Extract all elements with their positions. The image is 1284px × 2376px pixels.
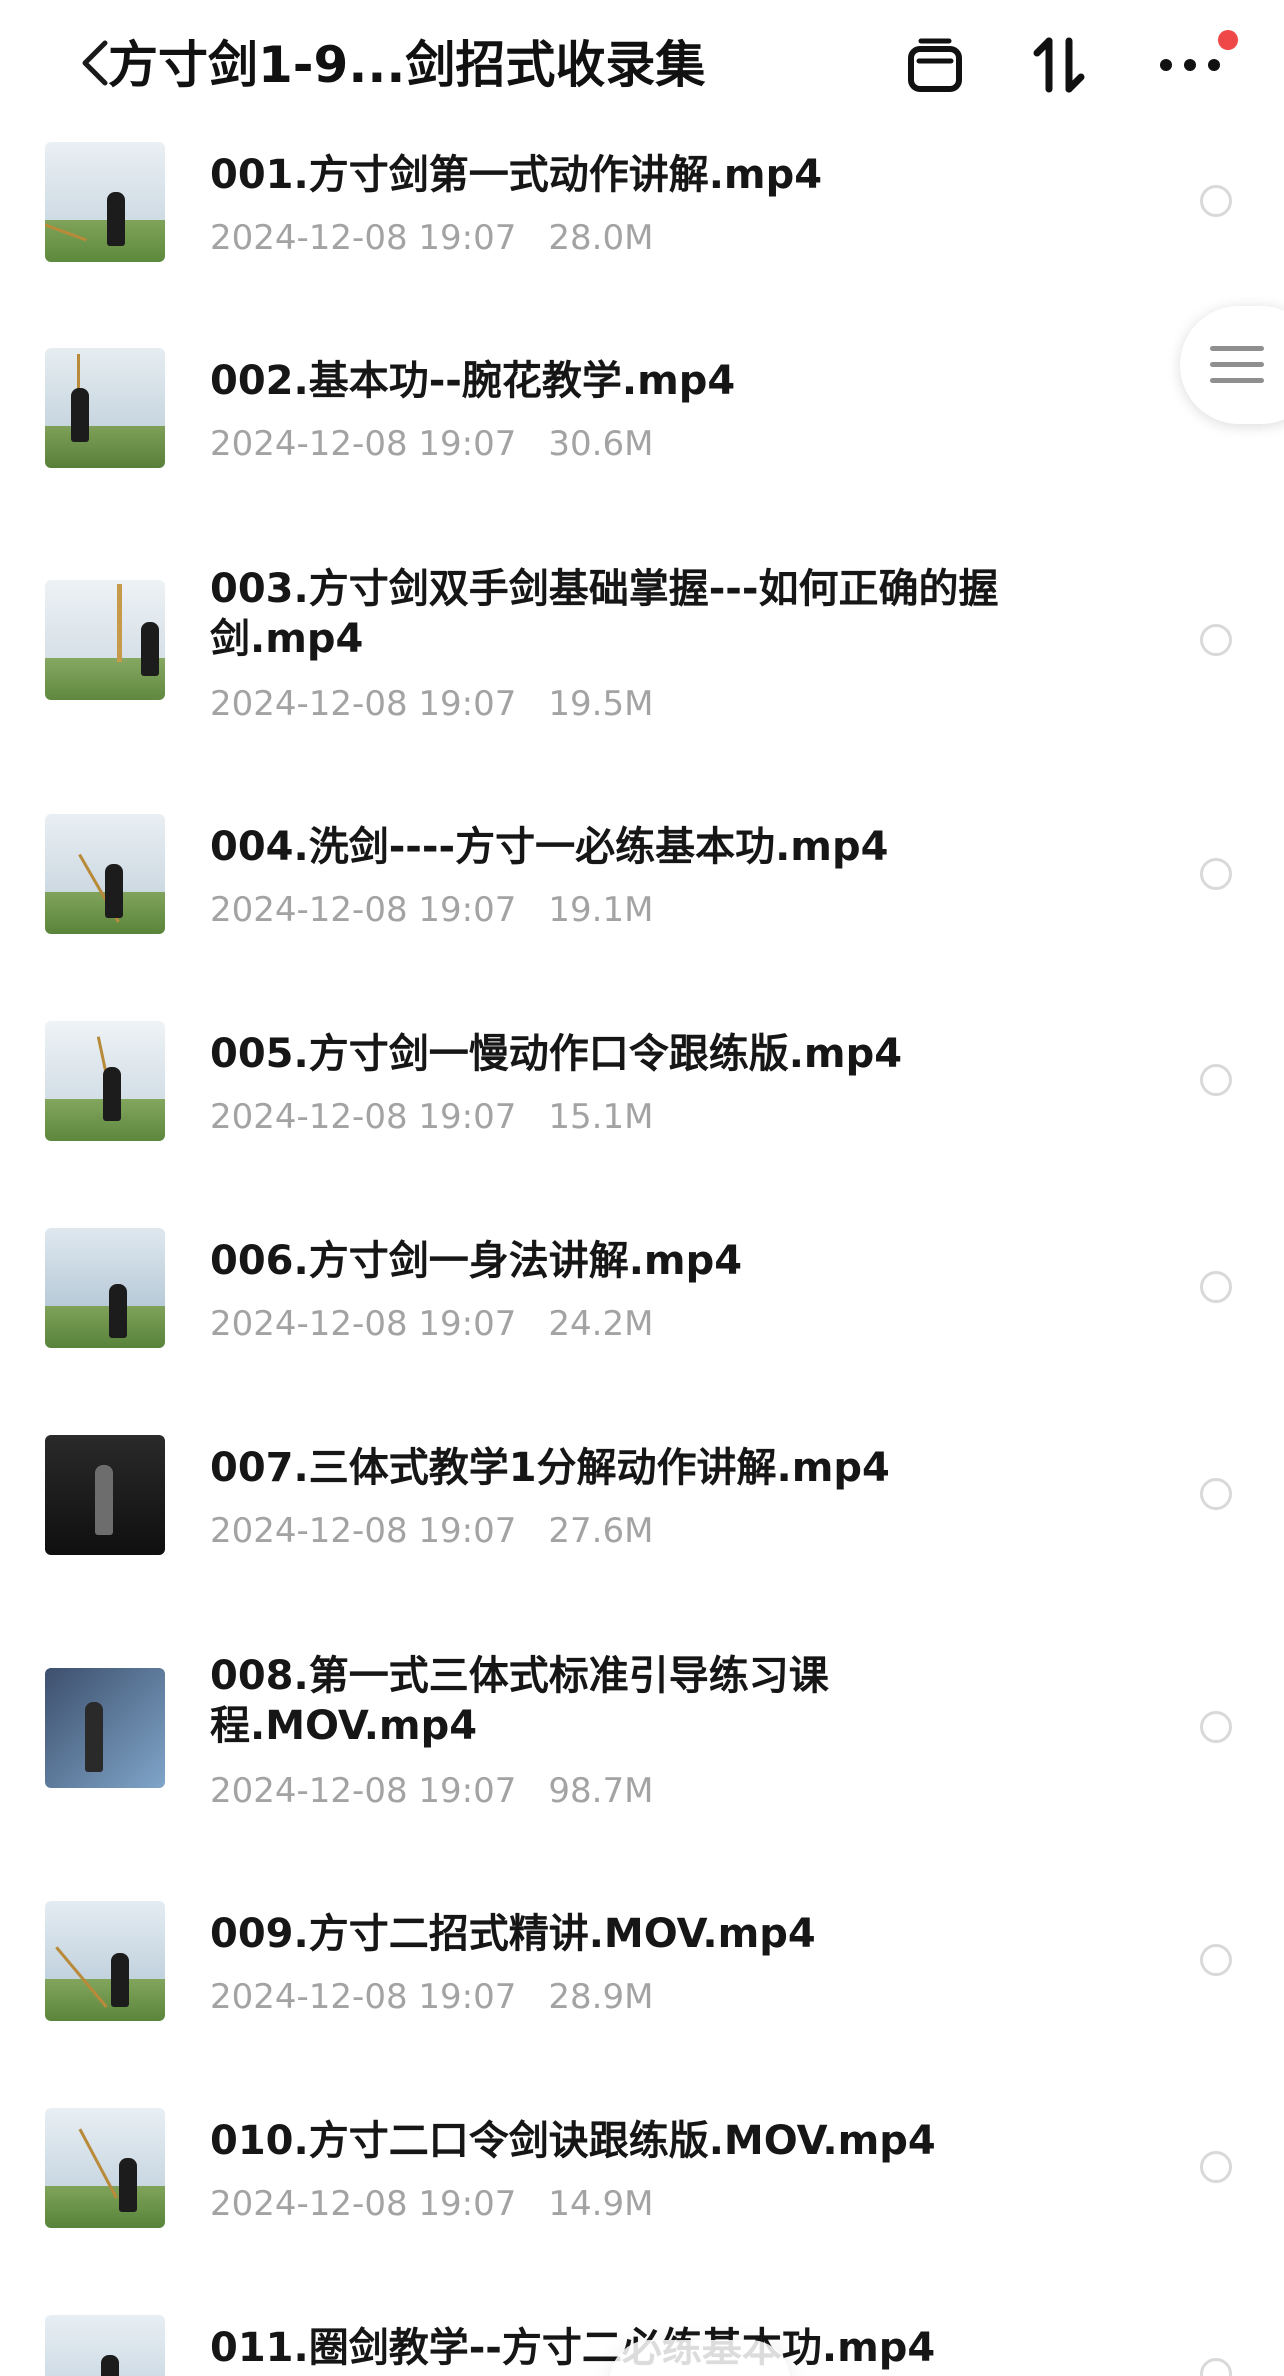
file-date: 2024-12-08 19:07 (210, 1771, 517, 1811)
video-thumbnail (45, 2315, 165, 2376)
top-bar: 方寸剑1-9...剑招式收录集 (0, 0, 1284, 130)
file-meta: 2024-12-08 19:07 27.6M (210, 1509, 653, 1553)
file-meta: 2024-12-08 19:07 28.9M (210, 1975, 653, 2019)
file-date: 2024-12-08 19:07 (210, 1097, 517, 1137)
file-size: 28.0M (548, 218, 654, 258)
file-name: 005.方寸剑一慢动作口令跟练版.mp4 (210, 1031, 903, 1077)
video-thumbnail (45, 142, 165, 262)
select-radio[interactable] (1200, 2358, 1232, 2376)
file-meta: 2024-12-08 19:07 19.1M (210, 888, 653, 932)
file-meta: 2024-12-08 19:07 15.1M (210, 1095, 653, 1139)
file-list: 001.方寸剑第一式动作讲解.mp4 2024-12-08 19:07 28.0M… (0, 0, 1284, 2376)
sort-button[interactable] (1024, 30, 1094, 100)
file-size: 30.6M (548, 424, 654, 464)
back-chevron-icon (82, 40, 108, 86)
select-radio[interactable] (1200, 1064, 1232, 1096)
file-size: 15.1M (548, 1097, 654, 1137)
video-thumbnail (45, 2108, 165, 2228)
video-thumbnail (45, 814, 165, 934)
list-lines-icon (1210, 346, 1264, 383)
file-meta: 2024-12-08 19:07 24.2M (210, 1302, 653, 1346)
video-thumbnail (45, 1435, 165, 1555)
select-radio[interactable] (1200, 624, 1232, 656)
file-name: 006.方寸剑一身法讲解.mp4 (210, 1238, 743, 1284)
file-date: 2024-12-08 19:07 (210, 2184, 517, 2224)
file-name: 007.三体式教学1分解动作讲解.mp4 (210, 1445, 890, 1491)
select-radio[interactable] (1200, 858, 1232, 890)
file-date: 2024-12-08 19:07 (210, 684, 517, 724)
file-name: 008.第一式三体式标准引导练习课程.MOV.mp4 (210, 1653, 829, 1749)
video-thumbnail (45, 1021, 165, 1141)
file-name: 002.基本功--腕花教学.mp4 (210, 358, 736, 404)
select-radio[interactable] (1200, 1944, 1232, 1976)
select-radio[interactable] (1200, 2151, 1232, 2183)
file-meta: 2024-12-08 19:07 19.5M (210, 682, 653, 726)
select-radio[interactable] (1200, 1271, 1232, 1303)
file-meta: 2024-12-08 19:07 98.7M (210, 1769, 653, 1813)
file-size: 14.9M (548, 2184, 654, 2224)
file-size: 27.6M (548, 1511, 654, 1551)
sort-icon (1033, 37, 1085, 93)
window-button[interactable] (900, 30, 970, 100)
file-date: 2024-12-08 19:07 (210, 1511, 517, 1551)
file-size: 19.1M (548, 890, 654, 930)
select-radio[interactable] (1200, 1478, 1232, 1510)
video-thumbnail (45, 1901, 165, 2021)
file-size: 19.5M (548, 684, 654, 724)
notification-dot (1218, 30, 1238, 50)
video-thumbnail (45, 348, 165, 468)
more-icon (1160, 59, 1220, 71)
file-meta: 2024-12-08 19:07 30.6M (210, 422, 653, 466)
file-name: 010.方寸二口令剑诀跟练版.MOV.mp4 (210, 2118, 936, 2164)
window-icon (908, 38, 962, 92)
file-name: 009.方寸二招式精讲.MOV.mp4 (210, 1911, 816, 1957)
file-name: 003.方寸剑双手剑基础掌握---如何正确的握剑.mp4 (210, 566, 999, 662)
video-thumbnail (45, 1668, 165, 1788)
floating-bubble (610, 2340, 790, 2376)
file-date: 2024-12-08 19:07 (210, 1304, 517, 1344)
file-date: 2024-12-08 19:07 (210, 1977, 517, 2017)
select-radio[interactable] (1200, 1711, 1232, 1743)
file-size: 98.7M (548, 1771, 654, 1811)
file-size: 28.9M (548, 1977, 654, 2017)
video-thumbnail (45, 580, 165, 700)
file-date: 2024-12-08 19:07 (210, 218, 517, 258)
file-meta: 2024-12-08 19:07 28.0M (210, 216, 653, 260)
page-title: 方寸剑1-9...剑招式收录集 (108, 36, 706, 94)
select-radio[interactable] (1200, 185, 1232, 217)
file-size: 24.2M (548, 1304, 654, 1344)
file-date: 2024-12-08 19:07 (210, 890, 517, 930)
file-meta: 2024-12-08 19:07 14.9M (210, 2182, 653, 2226)
file-date: 2024-12-08 19:07 (210, 424, 517, 464)
file-name: 004.洗剑----方寸一必练基本功.mp4 (210, 824, 889, 870)
file-list-screen: 001.方寸剑第一式动作讲解.mp4 2024-12-08 19:07 28.0M… (0, 0, 1284, 2376)
video-thumbnail (45, 1228, 165, 1348)
file-name: 001.方寸剑第一式动作讲解.mp4 (210, 152, 823, 198)
